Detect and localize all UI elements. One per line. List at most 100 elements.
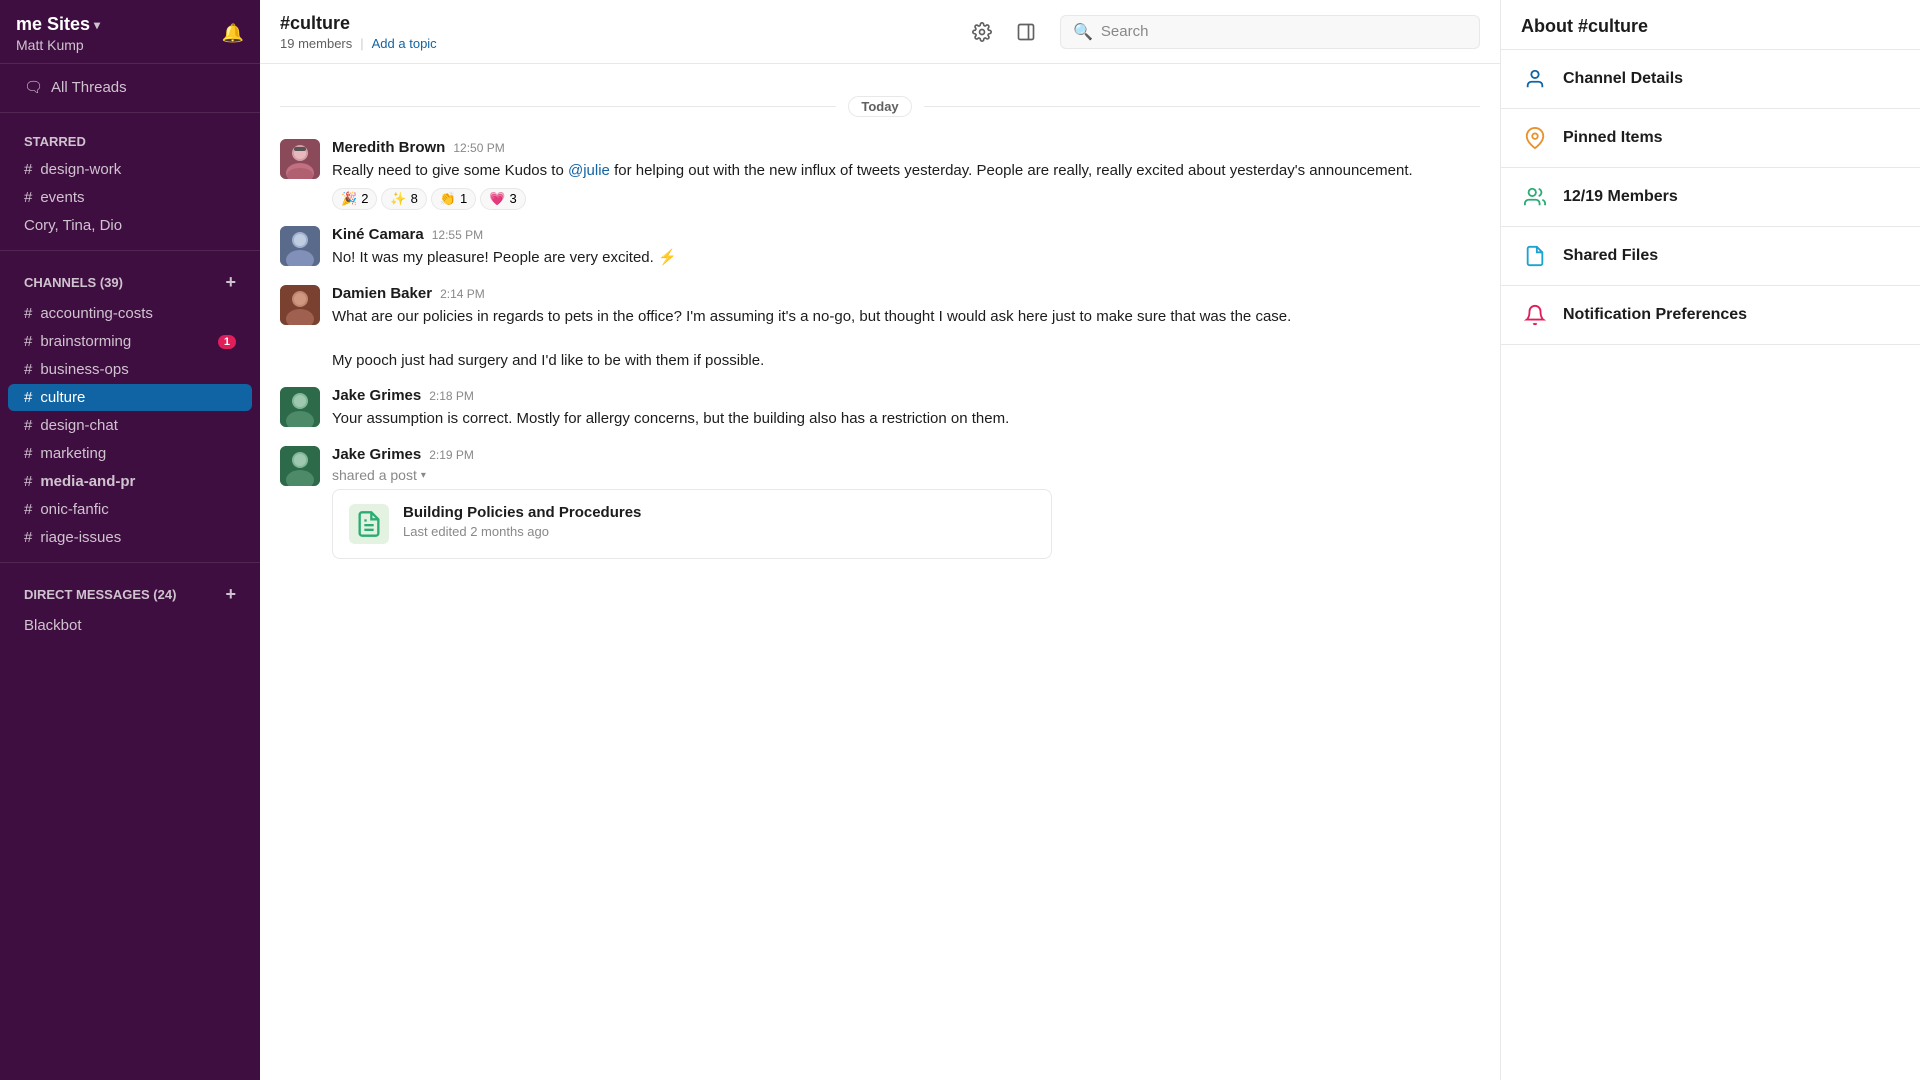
post-card-icon [349,504,389,544]
workspace-chevron-icon: ▾ [94,18,100,32]
messages-area: Today Meredith Brown 12:50 PM [260,64,1500,1080]
avatar-jake-2 [280,446,320,486]
message-jake-1: Jake Grimes 2:18 PM Your assumption is c… [280,381,1480,436]
sidebar-item-accounting-costs[interactable]: #accounting-costs [8,300,252,327]
reaction-party[interactable]: 🎉 2 [332,188,377,210]
sidebar-item-cory-tina-dio[interactable]: Cory, Tina, Dio [8,212,252,239]
workspace-info: me Sites ▾ Matt Kump [16,14,100,53]
avatar-kine [280,226,320,266]
members-label: 12/19 Members [1563,188,1678,206]
sidebar-channels-section: CHANNELS (39) + #accounting-costs #brain… [0,257,260,556]
search-placeholder: Search [1101,23,1149,40]
sidebar-item-business-ops[interactable]: #business-ops [8,356,252,383]
message-jake-2: Jake Grimes 2:19 PM shared a post ▾ [280,440,1480,565]
mention-julie[interactable]: @julie [568,162,610,179]
channel-details-icon [1521,68,1549,90]
add-topic-link[interactable]: Add a topic [372,36,437,51]
notification-preferences-label: Notification Preferences [1563,306,1747,324]
message-kine: Kiné Camara 12:55 PM No! It was my pleas… [280,220,1480,275]
channels-section-label[interactable]: CHANNELS (39) + [8,266,252,299]
channel-title-area: #culture 19 members | Add a topic [280,13,964,51]
sidebar-header: me Sites ▾ Matt Kump 🔔 [0,0,260,64]
message-content-kine: Kiné Camara 12:55 PM No! It was my pleas… [332,226,1480,269]
channel-meta: 19 members | Add a topic [280,36,964,51]
sidebar-item-media-and-pr[interactable]: #media-and-pr [8,468,252,495]
sender-name-jake-1[interactable]: Jake Grimes [332,387,421,404]
message-content-meredith: Meredith Brown 12:50 PM Really need to g… [332,139,1480,210]
sidebar-item-blackbot[interactable]: Blackbot [8,612,252,639]
shared-post-chevron-icon[interactable]: ▾ [421,470,426,481]
sidebar: me Sites ▾ Matt Kump 🔔 🗨 All Threads STA… [0,0,260,1080]
post-card-meta: Last edited 2 months ago [403,524,641,539]
post-card-title: Building Policies and Procedures [403,504,641,521]
pinned-items-label: Pinned Items [1563,129,1663,147]
search-bar[interactable]: 🔍 Search [1060,15,1480,49]
reaction-clap[interactable]: 👏 1 [431,188,476,210]
right-panel-members[interactable]: 12/19 Members [1501,168,1920,227]
message-text-meredith: Really need to give some Kudos to @julie… [332,160,1480,182]
reactions-meredith: 🎉 2 ✨ 8 👏 1 💗 3 [332,188,1480,210]
sidebar-item-design-work[interactable]: #design-work [8,156,252,183]
sidebar-divider-1 [0,112,260,113]
sidebar-item-events[interactable]: #events [8,184,252,211]
sidebar-threads-section: 🗨 All Threads [0,64,260,106]
message-time-jake-1: 2:18 PM [429,389,474,403]
sender-name-jake-2[interactable]: Jake Grimes [332,446,421,463]
date-divider: Today [280,96,1480,117]
avatar-jake-1 [280,387,320,427]
right-panel-header: About #culture [1501,0,1920,50]
date-label: Today [848,96,911,117]
threads-icon: 🗨 [24,78,43,96]
starred-section-label[interactable]: STARRED [8,128,252,155]
message-meredith: Meredith Brown 12:50 PM Really need to g… [280,133,1480,216]
reaction-heart[interactable]: 💗 3 [480,188,525,210]
channel-header-actions [964,14,1044,50]
message-content-jake-1: Jake Grimes 2:18 PM Your assumption is c… [332,387,1480,430]
sidebar-toggle-button[interactable] [1008,14,1044,50]
sender-name-kine[interactable]: Kiné Camara [332,226,424,243]
main-content: #culture 19 members | Add a topic [260,0,1500,1080]
right-panel-shared-files[interactable]: Shared Files [1501,227,1920,286]
right-panel-channel-details[interactable]: Channel Details [1501,50,1920,109]
post-card[interactable]: Building Policies and Procedures Last ed… [332,489,1052,559]
search-icon: 🔍 [1073,22,1093,42]
sender-name-damien[interactable]: Damien Baker [332,285,432,302]
sidebar-item-all-threads[interactable]: 🗨 All Threads [8,73,252,101]
message-content-jake-2: Jake Grimes 2:19 PM shared a post ▾ [332,446,1480,559]
sender-name-meredith[interactable]: Meredith Brown [332,139,445,156]
settings-button[interactable] [964,14,1000,50]
brainstorming-badge: 1 [218,335,236,349]
channel-details-label: Channel Details [1563,70,1683,88]
right-panel-pinned-items[interactable]: Pinned Items [1501,109,1920,168]
sidebar-item-brainstorming[interactable]: #brainstorming 1 [8,328,252,355]
message-text-damien: What are our policies in regards to pets… [332,306,1480,372]
dm-section-label[interactable]: DIRECT MESSAGES (24) + [8,578,252,611]
message-content-damien: Damien Baker 2:14 PM What are our polici… [332,285,1480,372]
sidebar-divider-2 [0,250,260,251]
channel-title: #culture [280,13,964,34]
bell-icon[interactable]: 🔔 [222,23,244,44]
sidebar-item-culture[interactable]: #culture [8,384,252,411]
sidebar-item-design-chat[interactable]: #design-chat [8,412,252,439]
sidebar-item-riage-issues[interactable]: #riage-issues [8,524,252,551]
right-panel: About #culture Channel Details Pinned It… [1500,0,1920,1080]
add-dm-button[interactable]: + [225,584,236,605]
sidebar-item-marketing[interactable]: #marketing [8,440,252,467]
members-icon [1521,186,1549,208]
member-count: 19 members [280,36,352,51]
shared-post-text: shared a post [332,467,417,483]
workspace-name[interactable]: me Sites ▾ [16,14,100,35]
message-text-kine: No! It was my pleasure! People are very … [332,247,1480,269]
sidebar-item-onic-fanfic[interactable]: #onic-fanfic [8,496,252,523]
sidebar-starred-section: STARRED #design-work #events Cory, Tina,… [0,119,260,244]
right-panel-notification-preferences[interactable]: Notification Preferences [1501,286,1920,345]
message-damien: Damien Baker 2:14 PM What are our polici… [280,279,1480,378]
shared-post-label: shared a post ▾ [332,467,1480,483]
avatar-damien [280,285,320,325]
sidebar-dm-section: DIRECT MESSAGES (24) + Blackbot [0,569,260,644]
reaction-sparkles[interactable]: ✨ 8 [381,188,426,210]
message-text-jake-1: Your assumption is correct. Mostly for a… [332,408,1480,430]
message-time-damien: 2:14 PM [440,287,485,301]
add-channel-button[interactable]: + [225,272,236,293]
shared-files-label: Shared Files [1563,247,1658,265]
